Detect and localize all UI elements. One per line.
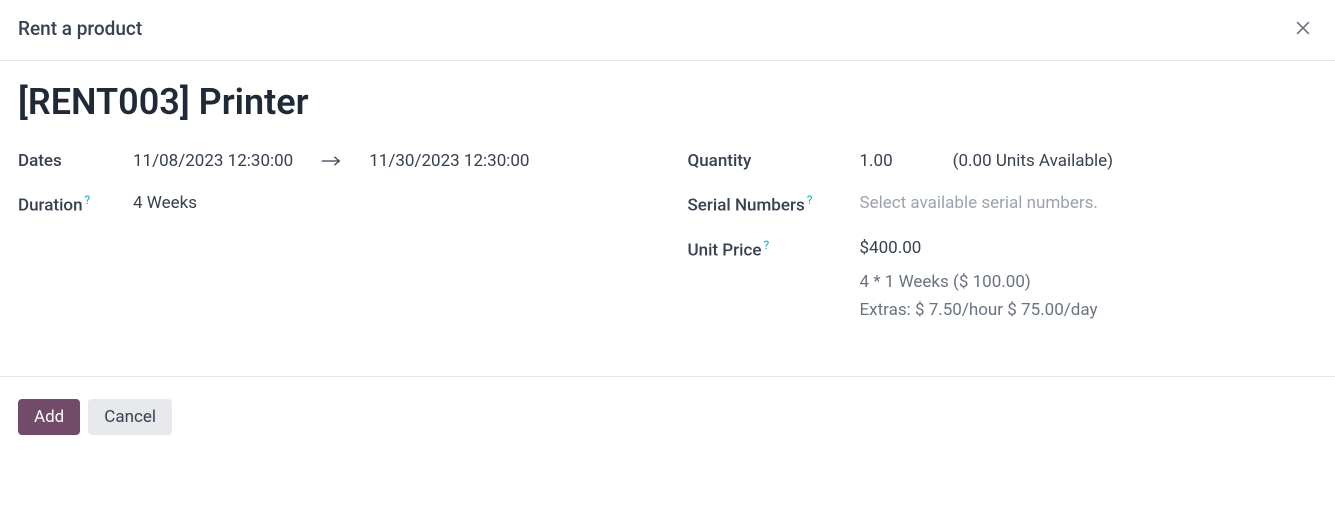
modal-header: Rent a product — [0, 0, 1335, 61]
quantity-row: Quantity 1.00 (0.00 Units Available) — [688, 151, 1318, 171]
cancel-button[interactable]: Cancel — [88, 399, 172, 435]
end-date[interactable]: 11/30/2023 12:30:00 — [369, 151, 529, 171]
arrow-right-icon — [321, 155, 341, 167]
dates-label: Dates — [18, 151, 133, 171]
duration-help-icon[interactable]: ? — [85, 193, 91, 207]
serial-numbers-label-text: Serial Numbers — [688, 196, 805, 216]
unit-price-breakdown: 4 * 1 Weeks ($ 100.00) — [860, 268, 1098, 296]
dates-row: Dates 11/08/2023 12:30:00 11/30/2023 12:… — [18, 151, 648, 171]
unit-price-amount[interactable]: $400.00 — [860, 238, 1098, 258]
duration-row: Duration? 4 Weeks — [18, 193, 648, 216]
serial-numbers-help-icon[interactable]: ? — [807, 193, 813, 207]
dates-values: 11/08/2023 12:30:00 11/30/2023 12:30:00 — [133, 151, 530, 171]
rent-product-modal: Rent a product [RENT003] Printer Dates 1… — [0, 0, 1335, 455]
close-icon[interactable] — [1289, 14, 1317, 42]
quantity-availability: (0.00 Units Available) — [953, 151, 1113, 171]
serial-numbers-row: Serial Numbers? Select available serial … — [688, 193, 1318, 216]
modal-body: [RENT003] Printer Dates 11/08/2023 12:30… — [0, 61, 1335, 376]
right-column: Quantity 1.00 (0.00 Units Available) Ser… — [688, 151, 1318, 346]
duration-label: Duration? — [18, 193, 133, 216]
quantity-values: 1.00 (0.00 Units Available) — [860, 151, 1114, 171]
modal-footer: Add Cancel — [0, 376, 1335, 455]
quantity-label: Quantity — [688, 151, 860, 171]
unit-price-details: 4 * 1 Weeks ($ 100.00) Extras: $ 7.50/ho… — [860, 268, 1098, 324]
duration-label-text: Duration — [18, 196, 83, 216]
unit-price-label-text: Unit Price — [688, 240, 762, 260]
quantity-value[interactable]: 1.00 — [860, 151, 893, 171]
modal-title: Rent a product — [18, 17, 142, 40]
unit-price-extras: Extras: $ 7.50/hour $ 75.00/day — [860, 296, 1098, 324]
product-title: [RENT003] Printer — [18, 81, 1317, 123]
form-grid: Dates 11/08/2023 12:30:00 11/30/2023 12:… — [18, 151, 1317, 346]
serial-numbers-input[interactable]: Select available serial numbers. — [860, 193, 1098, 213]
unit-price-label: Unit Price? — [688, 238, 860, 261]
start-date[interactable]: 11/08/2023 12:30:00 — [133, 151, 293, 171]
duration-value[interactable]: 4 Weeks — [133, 193, 197, 213]
add-button[interactable]: Add — [18, 399, 80, 435]
serial-numbers-label: Serial Numbers? — [688, 193, 860, 216]
unit-price-values: $400.00 4 * 1 Weeks ($ 100.00) Extras: $… — [860, 238, 1098, 324]
left-column: Dates 11/08/2023 12:30:00 11/30/2023 12:… — [18, 151, 648, 346]
unit-price-help-icon[interactable]: ? — [763, 238, 769, 252]
unit-price-row: Unit Price? $400.00 4 * 1 Weeks ($ 100.0… — [688, 238, 1318, 324]
